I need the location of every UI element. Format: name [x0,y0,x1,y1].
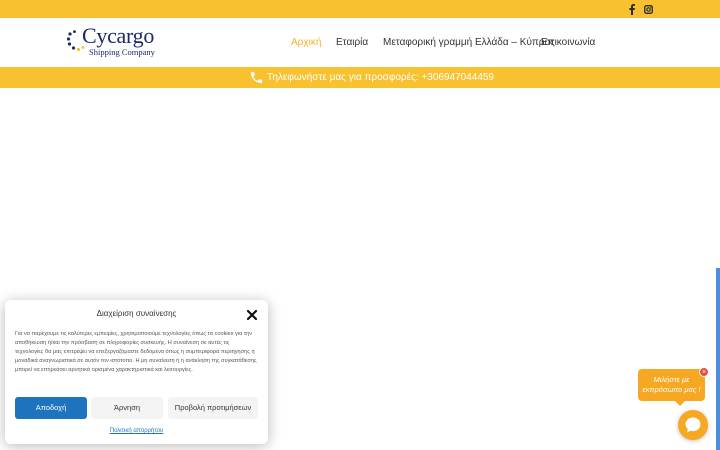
nav-item-contact[interactable]: Επικοινωνία [541,37,595,49]
logo-name: Cycargo [82,23,155,48]
chat-prompt-text: Μιλήστε με εκπρόσωπο μας ! [642,375,701,394]
facebook-icon[interactable] [628,3,636,15]
nav-item-greece-cyprus-line[interactable]: Μεταφορική γραμμή Ελλάδα – Κύπρος [383,37,555,49]
chat-prompt-bubble[interactable]: Μιλήστε με εκπρόσωπο μας ! [638,369,705,401]
chat-launcher-button[interactable] [678,410,708,440]
accept-button[interactable]: Αποδοχή [15,397,87,419]
logo-subtitle: Shipping Company [89,47,155,57]
close-icon[interactable] [246,308,258,321]
phone-offer-link[interactable]: Τηλεφωνήστε μας για προσφορές: +30694704… [267,71,494,84]
phone-icon [249,70,264,85]
cookie-consent-dialog: Διαχείριση συναίνεσης Για να παρέχουμε τ… [5,300,268,444]
scrollbar[interactable] [716,268,720,450]
site-header: Cycargo Shipping Company Αρχική Εταιρία … [0,18,720,68]
view-preferences-button[interactable]: Προβολή προτιμήσεων [168,397,258,419]
top-bar [0,0,720,18]
deny-button[interactable]: Άρνηση [91,397,163,419]
privacy-policy-link[interactable]: Πολιτική απορρήτου [5,427,268,435]
chat-icon [685,417,701,433]
cookie-dialog-title: Διαχείριση συναίνεσης [96,309,177,318]
site-logo[interactable]: Cycargo Shipping Company [67,23,177,61]
nav-item-home[interactable]: Αρχική [291,37,321,49]
chat-dismiss-icon[interactable]: × [699,367,709,377]
chat-bubble-tail [675,401,685,406]
instagram-icon[interactable] [643,3,653,15]
cookie-dialog-text: Για να παρέχουμε τις καλύτερες εμπειρίες… [15,331,257,374]
nav-item-company[interactable]: Εταιρία [336,37,368,49]
phone-bar: Τηλεφωνήστε μας για προσφορές: +30694704… [0,67,720,88]
